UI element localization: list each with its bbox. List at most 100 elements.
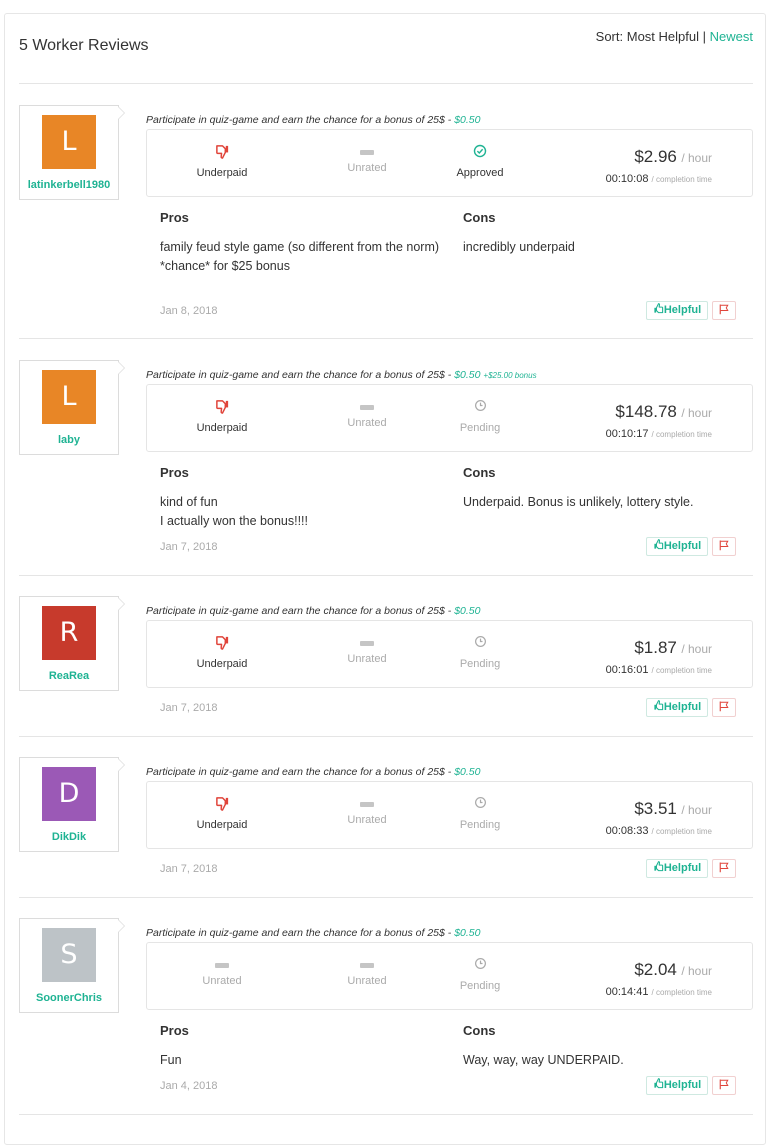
completion-time-label: / completion time [651,988,712,997]
communication-rating: Unrated [317,635,417,665]
pay-rating: Underpaid [172,796,272,831]
hit-reward-link[interactable]: $0.50 [454,369,480,381]
hourly-rate: $1.87 [634,638,677,657]
pros-heading: Pros [160,465,189,480]
cons-heading: Cons [463,210,496,225]
unrated-dash-icon [360,405,374,410]
helpful-button[interactable]: Helpful [646,698,708,717]
hit-reward-link[interactable]: $0.50 [454,766,480,778]
reviewer-card: Llatinkerbell1980 [19,105,125,200]
hourly-rate: $2.04 [634,960,677,979]
communication-rating: Unrated [317,399,417,429]
communication-rating: Unrated [317,957,417,987]
bonus-amount: +$25.00 bonus [483,371,537,380]
per-hour-label: / hour [681,406,712,420]
pay-rating: Underpaid [172,144,272,179]
reviewer-name-link[interactable]: DikDik [20,831,118,843]
sort-newest-link[interactable]: Newest [710,29,753,44]
hit-title: Participate in quiz-game and earn the ch… [146,605,480,617]
approval-status-label: Pending [459,422,501,434]
review-date: Jan 8, 2018 [160,305,218,317]
cons-text: Underpaid. Bonus is unlikely, lottery st… [463,495,694,509]
helpful-button[interactable]: Helpful [646,1076,708,1095]
cons-section: Cons Way, way, way UNDERPAID. [463,1023,743,1070]
thumbs-down-icon [172,635,272,653]
pay-rating-label: Unrated [202,975,242,987]
completion-time-label: / completion time [651,827,712,836]
completion-time-value: 00:10:08 [605,173,649,185]
divider [19,736,753,737]
divider [19,575,753,576]
flag-button[interactable] [712,1076,736,1095]
reviewer-name-link[interactable]: laby [20,434,118,446]
communication-rating-label: Unrated [347,814,387,826]
reviewer-card: R ReaRea [19,596,125,691]
sort-separator: | [702,29,707,44]
flag-button[interactable] [712,537,736,556]
unrated-dash-icon [360,802,374,807]
page-title: 5 Worker Reviews [19,37,149,54]
divider [19,1114,753,1115]
helpful-label: Helpful [663,701,702,713]
approval-status-label: Approved [456,167,504,179]
divider [19,83,753,84]
reviewer-name-link[interactable]: SoonerChris [20,992,118,1004]
completion-time: 00:14:41 / completion time [532,986,712,998]
reviewer-name-link[interactable]: latinkerbell1980 [20,179,118,191]
clock-icon [430,957,530,975]
helpful-label: Helpful [663,304,702,316]
approval-status-label: Pending [459,819,501,831]
divider [19,338,753,339]
completion-time-value: 00:16:01 [605,664,649,676]
clock-icon [430,635,530,653]
thumbs-up-icon [653,539,664,552]
flag-icon [718,699,730,716]
completion-time: 00:08:33 / completion time [532,825,712,837]
pros-heading: Pros [160,210,189,225]
reviewer-name-link[interactable]: ReaRea [20,670,118,682]
flag-button[interactable] [712,698,736,717]
helpful-button[interactable]: Helpful [646,301,708,320]
cons-text: incredibly underpaid [463,240,575,254]
helpful-label: Helpful [663,1079,702,1091]
completion-time-value: 00:14:41 [605,986,649,998]
hit-reward-link[interactable]: $0.50 [454,114,480,126]
pay-rating-label: Underpaid [196,167,248,179]
hourly-rate: $3.51 [634,799,677,818]
communication-rating-label: Unrated [347,653,387,665]
reviews-panel: 5 Worker Reviews Sort: Most Helpful | Ne… [4,13,766,1145]
thumbs-up-icon [653,861,664,874]
unrated-dash-icon [360,641,374,646]
flag-button[interactable] [712,301,736,320]
hit-title-text: Participate in quiz-game and earn the ch… [146,114,452,126]
pay-summary: $148.78 / hour 00:10:17 / completion time [532,402,712,440]
pay-rating-label: Underpaid [196,422,248,434]
unrated-dash-icon [360,963,374,968]
pros-section: Pros Fun [160,1023,440,1070]
hit-title: Participate in quiz-game and earn the ch… [146,114,480,126]
review-date: Jan 7, 2018 [160,863,218,875]
pay-rating: Unrated [172,957,272,987]
flag-button[interactable] [712,859,736,878]
thumbs-down-icon [172,144,272,162]
helpful-button[interactable]: Helpful [646,537,708,556]
hit-title: Participate in quiz-game and earn the ch… [146,766,480,778]
sort-most-helpful[interactable]: Most Helpful [627,29,699,44]
approval-status: Approved [430,144,530,179]
reviews-header: 5 Worker Reviews Sort: Most Helpful | Ne… [5,14,765,84]
pay-rating: Underpaid [172,635,272,670]
thumbs-down-icon [172,796,272,814]
pay-summary: $3.51 / hour 00:08:33 / completion time [532,799,712,837]
completion-time: 00:16:01 / completion time [532,664,712,676]
avatar: D [42,767,96,821]
flag-icon [718,302,730,319]
hourly-rate: $2.96 [634,147,677,166]
per-hour-label: / hour [681,964,712,978]
per-hour-label: / hour [681,803,712,817]
hit-title-text: Participate in quiz-game and earn the ch… [146,927,452,939]
helpful-button[interactable]: Helpful [646,859,708,878]
hit-reward-link[interactable]: $0.50 [454,605,480,617]
hit-reward-link[interactable]: $0.50 [454,927,480,939]
clock-icon [430,399,530,417]
pros-section: Pros family feud style game (so different… [160,210,440,276]
